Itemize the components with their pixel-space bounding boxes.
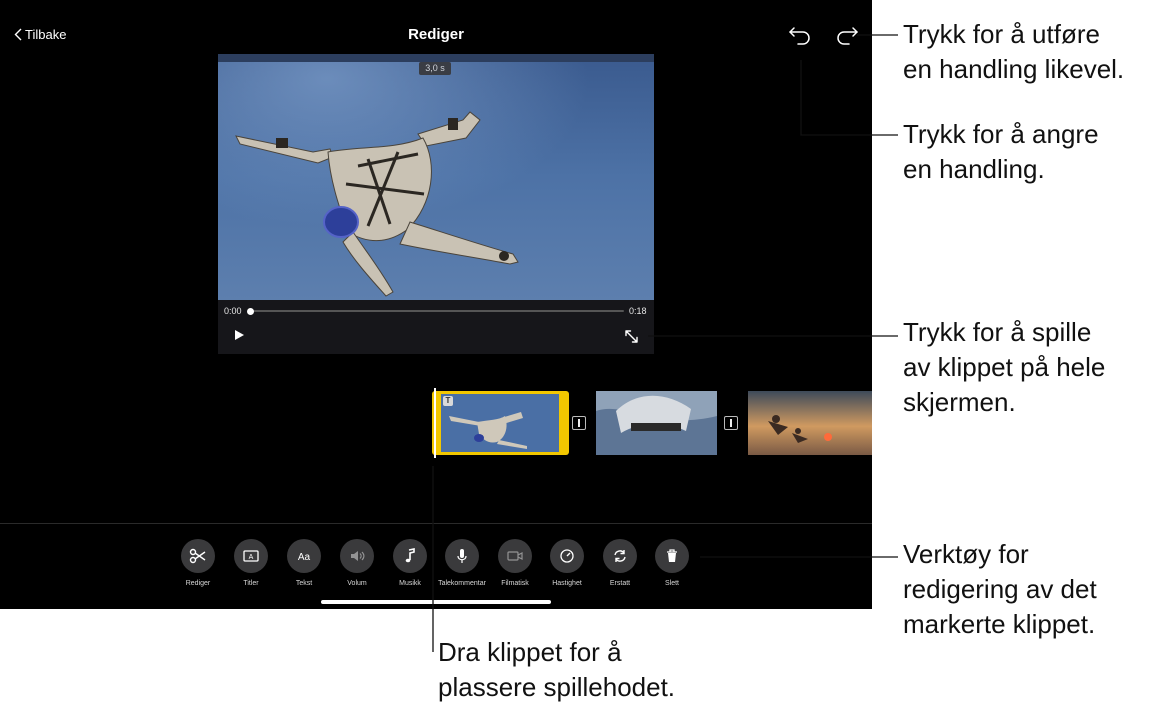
transition-button[interactable] [572,416,586,430]
fullscreen-icon[interactable] [624,329,639,344]
tool-titler[interactable]: A Titler [221,539,281,587]
home-indicator [321,600,551,604]
volume-icon [351,551,365,561]
timeline-clip-parachute[interactable] [596,391,717,455]
tool-label: Titler [243,580,259,587]
timeline-clip-sunset[interactable] [748,391,872,455]
tool-musikk[interactable]: Musikk [380,539,440,587]
tool-tekst[interactable]: Aa Tekst [274,539,334,587]
tool-label: Volum [347,580,367,587]
callout-redo: Trykk for å utføre en handling likevel. [903,19,1125,84]
toolbar-divider [0,523,872,524]
time-total: 0:18 [629,306,647,316]
tool-label: Musikk [399,580,421,587]
tool-label: Slett [664,580,679,587]
clip-thumbnail-skydiver [441,394,559,452]
titles-icon: A [243,550,259,562]
text-icon: Aa [298,552,311,563]
music-icon [405,548,415,563]
callout-tools: Verktøy for redigering av det markerte kli… [903,539,1097,639]
svg-text:A: A [249,554,254,561]
duration-badge: 3,0 s [419,62,451,75]
callout-drag: Dra klippet for å plassere spillehodet. [438,637,676,702]
transition-button[interactable] [724,416,738,430]
tool-filmatisk[interactable]: Filmatisk [485,539,545,587]
scrubber-knob[interactable] [247,308,254,315]
tool-label: Erstatt [609,580,631,587]
redo-icon[interactable] [833,24,859,48]
tool-rediger[interactable]: Rediger [168,539,228,587]
tool-label: Talekommentar [438,580,486,587]
video-viewer[interactable]: 3,0 s [218,54,654,354]
cinematic-camera-icon [507,551,523,561]
tool-label: Filmatisk [501,580,529,587]
trash-icon [667,549,677,562]
tool-label: Tekst [295,580,313,587]
scissors-icon [189,548,206,564]
video-frame-skydiver [218,54,654,300]
tool-volum[interactable]: Volum [327,539,387,587]
tool-label: Hastighet [552,580,582,587]
tool-label: Rediger [185,580,211,587]
callout-undo: Trykk for å angre en handling. [903,119,1099,184]
svg-text:Aa: Aa [298,552,311,563]
title-badge-icon: T [443,396,453,406]
play-icon[interactable] [232,328,246,342]
speed-gauge-icon [560,549,574,563]
tool-slett[interactable]: Slett [642,539,702,587]
callout-fullscreen: Trykk for å spille av klippet på hele skje… [903,317,1106,417]
time-elapsed: 0:00 [224,306,242,316]
undo-icon[interactable] [788,24,814,48]
tool-talekommentar[interactable]: Talekommentar [432,539,492,587]
tool-erstatt[interactable]: Erstatt [590,539,650,587]
playhead[interactable] [434,388,436,458]
tool-hastighet[interactable]: Hastighet [537,539,597,587]
page-title: Rediger [408,26,464,43]
microphone-icon [457,549,467,563]
scrubber-track[interactable] [250,310,624,312]
replace-icon [614,550,626,562]
imovie-edit-screen: Tilbake Rediger 3,0 s 0:00 0:18 T Redige… [0,0,872,609]
